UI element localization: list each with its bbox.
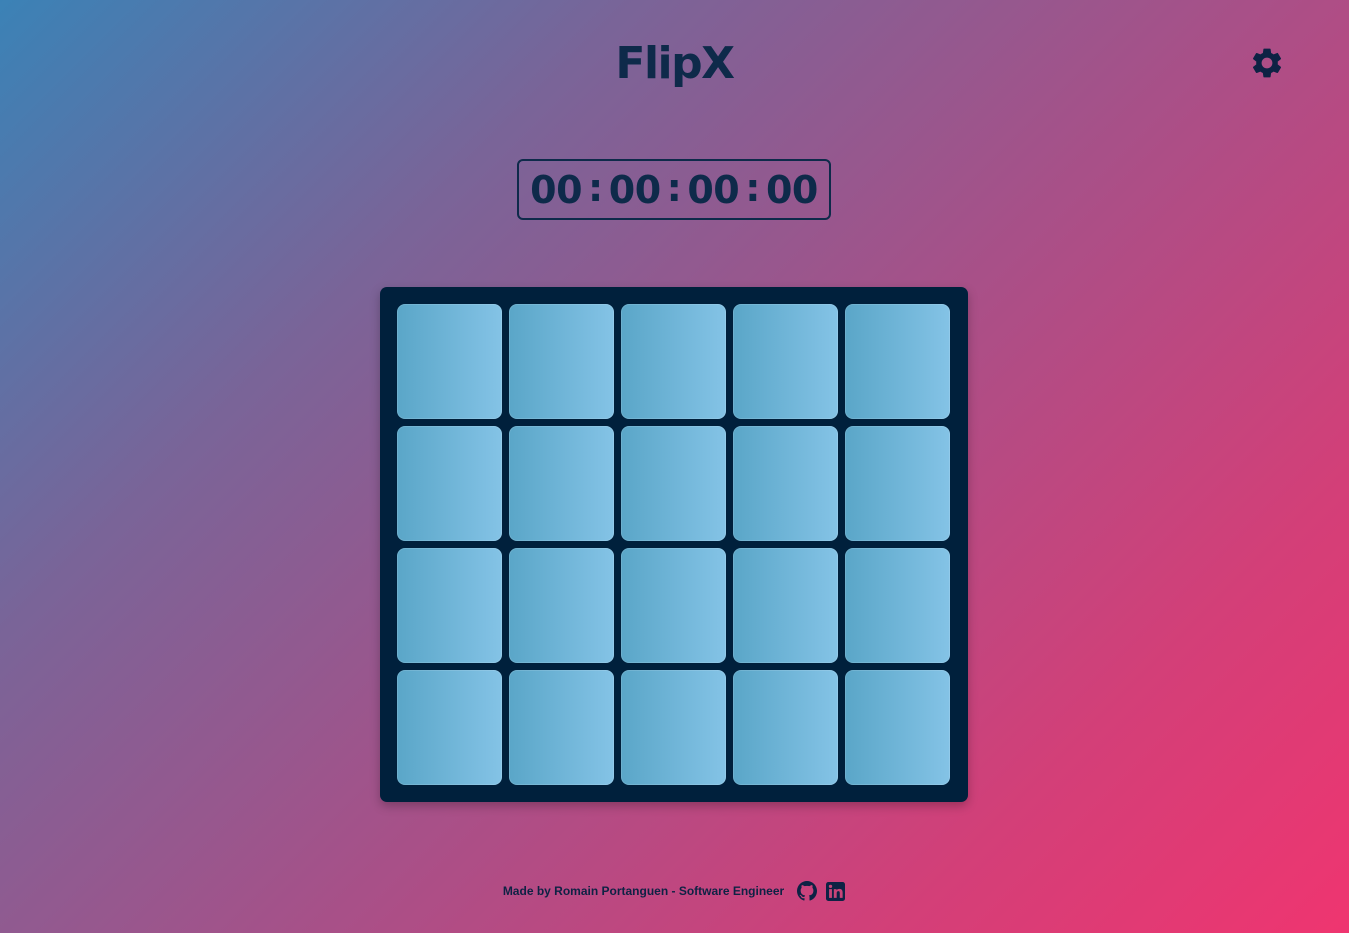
gear-icon [1252, 48, 1282, 78]
memory-card[interactable] [509, 304, 614, 419]
timer-centiseconds: 00 [765, 167, 818, 212]
memory-card[interactable] [845, 670, 950, 785]
game-timer: 00 : 00 : 00 : 00 [517, 159, 831, 220]
timer-minutes: 00 [608, 167, 661, 212]
github-link[interactable] [796, 880, 818, 902]
linkedin-icon [825, 881, 845, 901]
footer-credit: Made by Romain Portanguen - Software Eng… [502, 884, 785, 898]
memory-card[interactable] [845, 548, 950, 663]
github-icon [797, 881, 818, 901]
timer-separator: : [745, 165, 760, 210]
memory-card[interactable] [397, 426, 502, 541]
timer-hours: 00 [530, 167, 583, 212]
memory-card[interactable] [509, 426, 614, 541]
app-title: FlipX [615, 38, 735, 89]
memory-card[interactable] [397, 670, 502, 785]
memory-card[interactable] [621, 670, 726, 785]
card-grid [397, 304, 950, 785]
timer-seconds: 00 [687, 167, 740, 212]
memory-card[interactable] [733, 670, 838, 785]
memory-card[interactable] [845, 426, 950, 541]
linkedin-link[interactable] [824, 880, 846, 902]
memory-card[interactable] [733, 548, 838, 663]
memory-card[interactable] [397, 548, 502, 663]
settings-button[interactable] [1249, 45, 1285, 81]
memory-card[interactable] [733, 426, 838, 541]
timer-separator: : [588, 165, 603, 210]
memory-card[interactable] [845, 304, 950, 419]
footer: Made by Romain Portanguen - Software Eng… [0, 880, 1349, 902]
memory-card[interactable] [733, 304, 838, 419]
timer-separator: : [666, 165, 682, 210]
memory-card[interactable] [621, 304, 726, 419]
memory-card[interactable] [509, 548, 614, 663]
game-board [380, 287, 968, 802]
memory-card[interactable] [621, 548, 726, 663]
memory-card[interactable] [397, 304, 502, 419]
memory-card[interactable] [509, 670, 614, 785]
memory-card[interactable] [621, 426, 726, 541]
